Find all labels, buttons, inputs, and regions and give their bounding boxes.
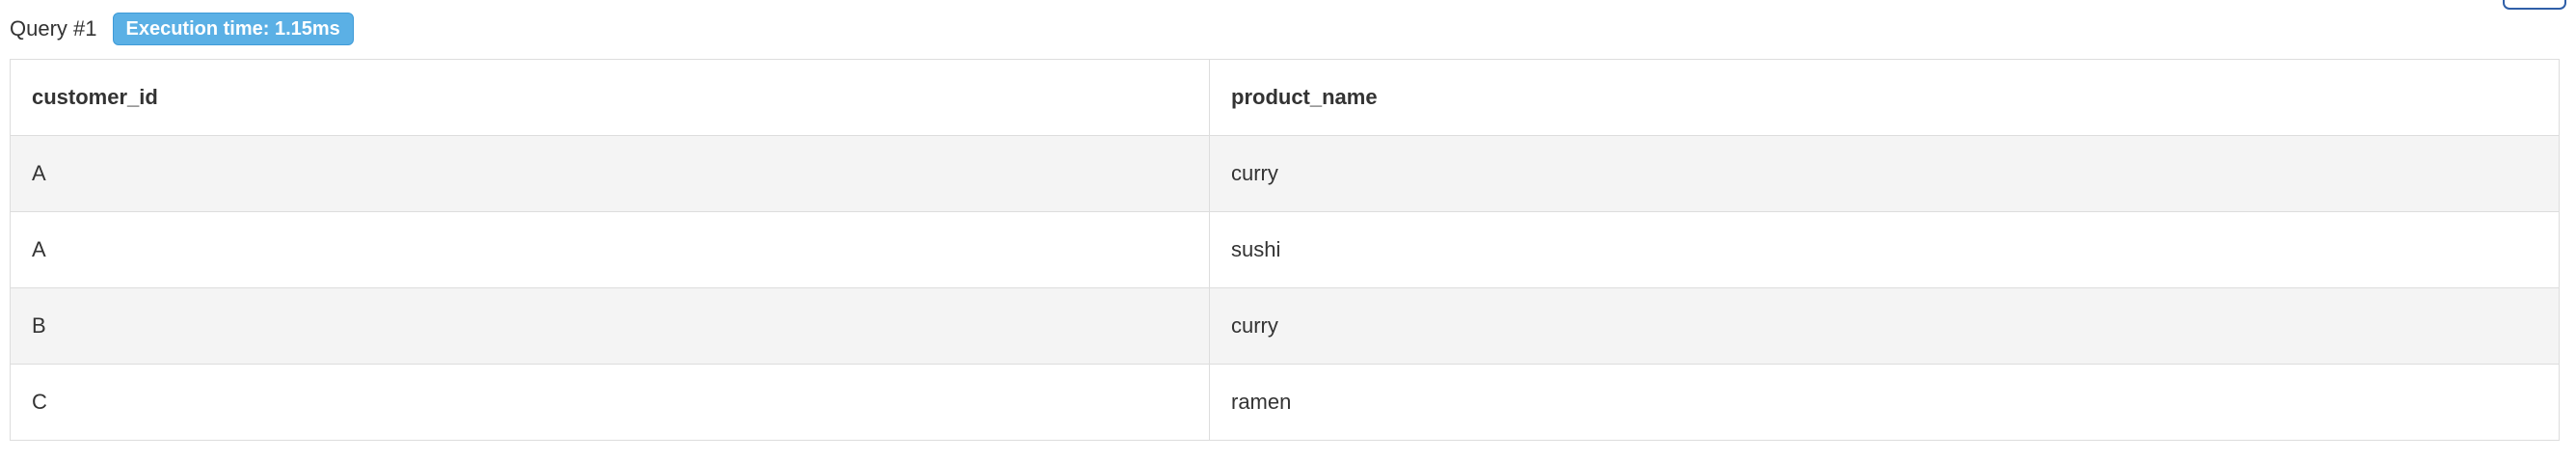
cell-product-name: sushi <box>1209 211 2560 288</box>
table-header-row: customer_id product_name <box>10 59 2560 136</box>
corner-button[interactable] <box>2503 0 2566 10</box>
cell-customer-id: A <box>10 211 1210 288</box>
execution-time-badge: Execution time: 1.15ms <box>112 13 354 45</box>
cell-product-name: curry <box>1209 287 2560 365</box>
table-row: B curry <box>10 287 2560 365</box>
column-header-customer-id: customer_id <box>10 59 1210 136</box>
result-table: customer_id product_name A curry A sushi… <box>10 59 2560 441</box>
query-result-page: Query #1 Execution time: 1.15ms customer… <box>0 0 2576 461</box>
query-header: Query #1 Execution time: 1.15ms <box>10 13 354 45</box>
cell-customer-id: C <box>10 364 1210 441</box>
table-row: C ramen <box>10 364 2560 441</box>
cell-customer-id: B <box>10 287 1210 365</box>
table-row: A curry <box>10 135 2560 212</box>
column-header-product-name: product_name <box>1209 59 2560 136</box>
query-title: Query #1 <box>10 16 97 41</box>
cell-customer-id: A <box>10 135 1210 212</box>
table-row: A sushi <box>10 211 2560 288</box>
cell-product-name: ramen <box>1209 364 2560 441</box>
cell-product-name: curry <box>1209 135 2560 212</box>
